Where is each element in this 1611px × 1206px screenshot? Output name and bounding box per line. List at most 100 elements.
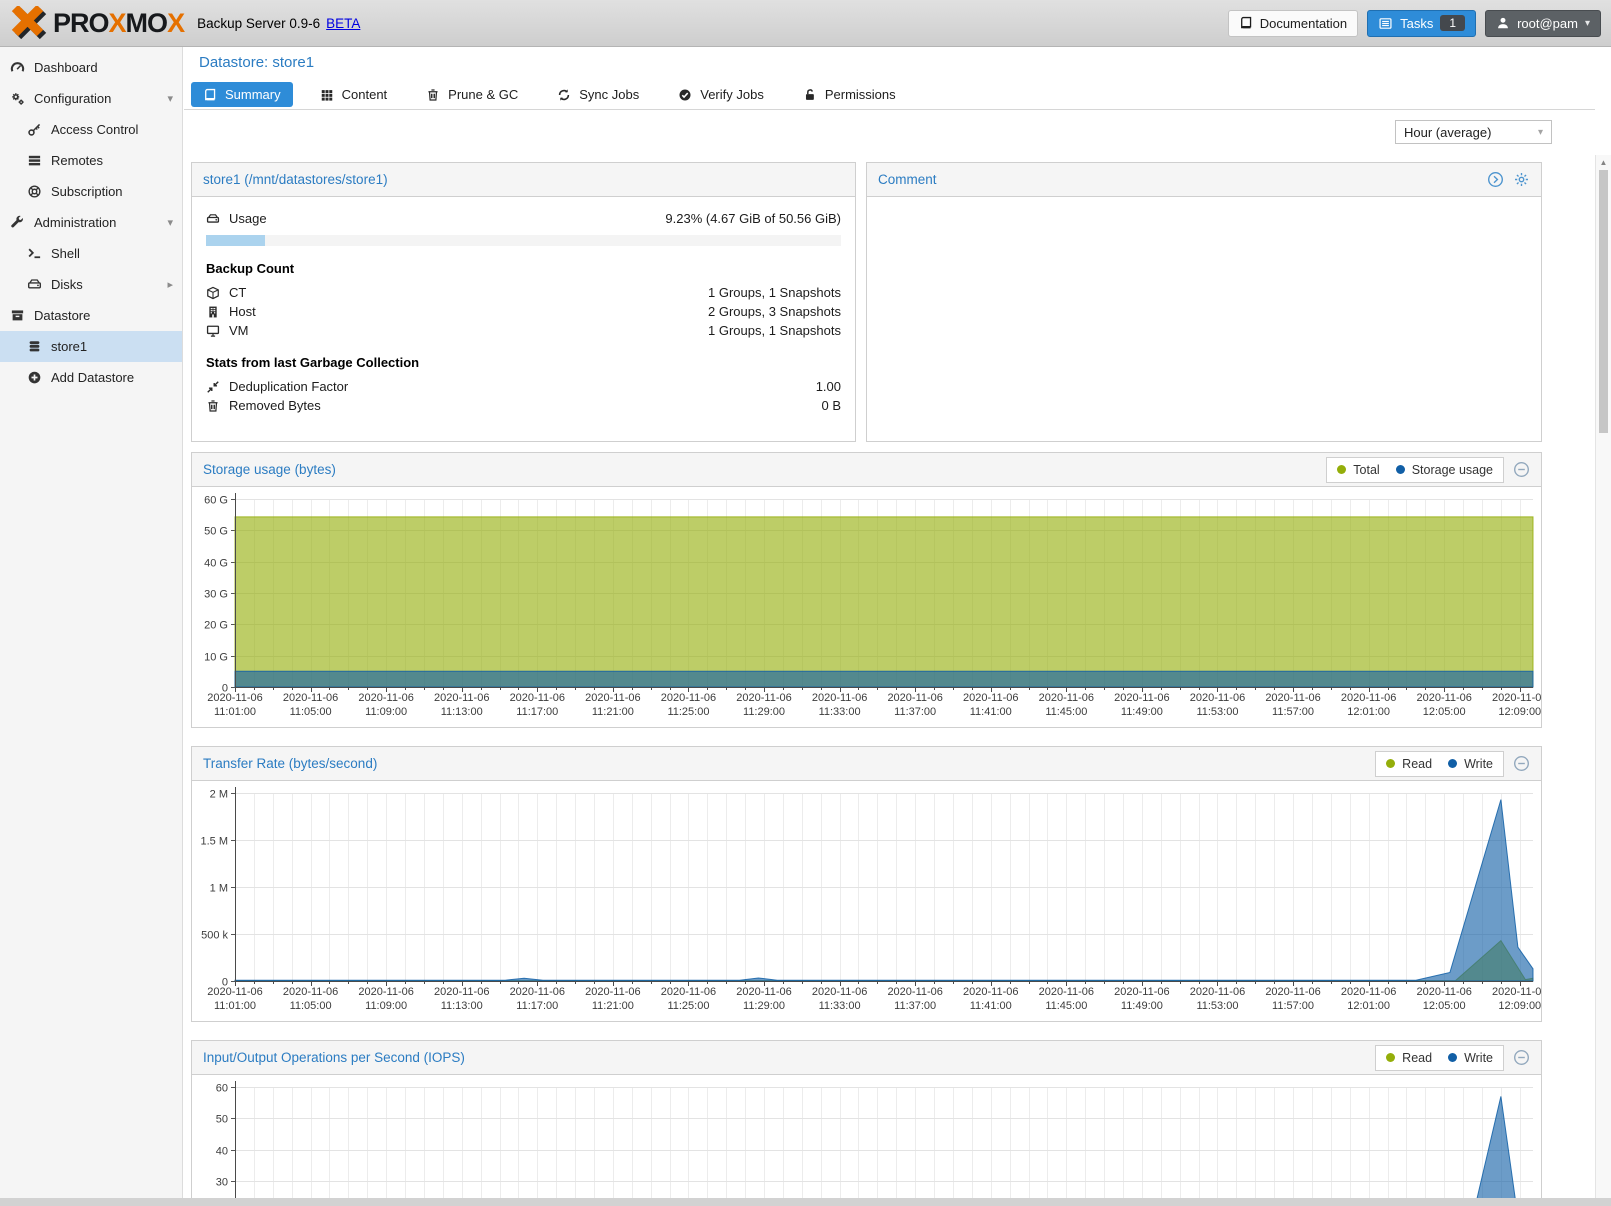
svg-text:11:29:00: 11:29:00 bbox=[743, 706, 785, 718]
svg-text:60: 60 bbox=[216, 1083, 228, 1095]
legend-dot bbox=[1386, 759, 1395, 768]
support-icon bbox=[27, 184, 42, 199]
tab-label: Permissions bbox=[825, 87, 896, 102]
beta-link[interactable]: BETA bbox=[326, 16, 360, 31]
svg-text:2020-11-06: 2020-11-06 bbox=[283, 986, 338, 998]
tab-sync-jobs[interactable]: Sync Jobs bbox=[545, 82, 651, 107]
comment-panel-body[interactable] bbox=[867, 197, 1541, 443]
check-circle-icon bbox=[678, 88, 692, 102]
tab-prune-gc[interactable]: Prune & GC bbox=[414, 82, 530, 107]
sidebar-item-shell[interactable]: Shell bbox=[0, 238, 182, 269]
book-icon bbox=[203, 88, 217, 102]
tab-separator bbox=[184, 109, 1595, 110]
documentation-button[interactable]: Documentation bbox=[1228, 10, 1358, 37]
timeframe-select[interactable]: Hour (average) ▾ bbox=[1395, 120, 1552, 144]
svg-text:12:05:00: 12:05:00 bbox=[1423, 706, 1466, 718]
svg-text:2020-11-06: 2020-11-06 bbox=[736, 986, 791, 998]
tasks-button[interactable]: Tasks 1 bbox=[1367, 10, 1476, 37]
legend-label: Read bbox=[1402, 757, 1432, 771]
tab-summary[interactable]: Summary bbox=[191, 82, 293, 107]
svg-text:11:33:00: 11:33:00 bbox=[819, 1000, 861, 1012]
chart-panel-header: Transfer Rate (bytes/second) Read Write bbox=[192, 747, 1541, 781]
legend-item-write[interactable]: Write bbox=[1448, 757, 1493, 771]
minus-circle-icon[interactable] bbox=[1513, 755, 1530, 772]
legend-item-write[interactable]: Write bbox=[1448, 1051, 1493, 1065]
legend-item-read[interactable]: Read bbox=[1386, 1051, 1432, 1065]
usage-progress-bar bbox=[206, 235, 841, 246]
sidebar-item-store1[interactable]: store1 bbox=[0, 331, 182, 362]
legend-item-storage-usage[interactable]: Storage usage bbox=[1396, 463, 1493, 477]
svg-text:2020-11-06: 2020-11-06 bbox=[585, 986, 640, 998]
sidebar-item-administration[interactable]: Administration▾ bbox=[0, 207, 182, 238]
sidebar-item-configuration[interactable]: Configuration▾ bbox=[0, 83, 182, 114]
svg-text:2020-11-06: 2020-11-06 bbox=[1492, 986, 1541, 998]
scrollbar-thumb[interactable] bbox=[1599, 170, 1608, 433]
svg-text:11:25:00: 11:25:00 bbox=[667, 1000, 709, 1012]
desktop-icon bbox=[206, 324, 220, 338]
svg-text:2020-11-06: 2020-11-06 bbox=[510, 986, 565, 998]
sidebar-item-access-control[interactable]: Access Control bbox=[0, 114, 182, 145]
sidebar-item-label: Access Control bbox=[51, 122, 138, 137]
svg-text:2020-11-06: 2020-11-06 bbox=[1190, 692, 1245, 704]
chart-panel-header: Input/Output Operations per Second (IOPS… bbox=[192, 1041, 1541, 1075]
chart-title: Transfer Rate (bytes/second) bbox=[203, 756, 377, 771]
stat-row-ct: CT1 Groups, 1 Snapshots bbox=[206, 283, 841, 302]
tab-label: Sync Jobs bbox=[579, 87, 639, 102]
svg-text:12:01:00: 12:01:00 bbox=[1347, 706, 1390, 718]
minus-circle-icon[interactable] bbox=[1513, 1049, 1530, 1066]
legend-label: Total bbox=[1353, 463, 1379, 477]
minus-circle-icon[interactable] bbox=[1513, 461, 1530, 478]
user-menu-button[interactable]: root@pam ▾ bbox=[1485, 10, 1601, 37]
proxmox-logo[interactable]: PROXMOX bbox=[10, 6, 184, 40]
tab-label: Summary bbox=[225, 87, 281, 102]
plus-circle-icon bbox=[27, 370, 42, 385]
svg-text:11:29:00: 11:29:00 bbox=[743, 1000, 785, 1012]
sidebar-item-add-datastore[interactable]: Add Datastore bbox=[0, 362, 182, 393]
sidebar-item-disks[interactable]: Disks▸ bbox=[0, 269, 182, 300]
sidebar-item-datastore[interactable]: Datastore bbox=[0, 300, 182, 331]
chart-body: 60 G50 G40 G30 G20 G10 G02020-11-0611:01… bbox=[192, 487, 1541, 727]
sidebar-item-label: Add Datastore bbox=[51, 370, 134, 385]
chevron-down-icon[interactable]: ▾ bbox=[167, 216, 173, 229]
tab-content[interactable]: Content bbox=[308, 82, 400, 107]
svg-text:2020-11-06: 2020-11-06 bbox=[1416, 986, 1471, 998]
svg-text:2020-11-06: 2020-11-06 bbox=[434, 986, 489, 998]
chart-body: 2 M1.5 M1 M500 k02020-11-0611:01:002020-… bbox=[192, 781, 1541, 1021]
page-title: Datastore: store1 bbox=[199, 54, 1595, 71]
stat-row-host: Host2 Groups, 3 Snapshots bbox=[206, 302, 841, 321]
svg-text:2020-11-06: 2020-11-06 bbox=[887, 692, 942, 704]
gear-outline-icon[interactable] bbox=[1513, 171, 1530, 188]
legend-item-read[interactable]: Read bbox=[1386, 757, 1432, 771]
svg-text:2020-11-06: 2020-11-06 bbox=[887, 986, 942, 998]
gc-stats-heading: Stats from last Garbage Collection bbox=[206, 355, 841, 370]
svg-text:2020-11-06: 2020-11-06 bbox=[1039, 692, 1094, 704]
chevron-down-icon[interactable]: ▾ bbox=[167, 92, 173, 105]
hdd-icon bbox=[206, 212, 220, 226]
scroll-up-arrow-icon[interactable]: ▲ bbox=[1596, 155, 1611, 169]
tab-verify-jobs[interactable]: Verify Jobs bbox=[666, 82, 776, 107]
svg-text:11:05:00: 11:05:00 bbox=[290, 706, 332, 718]
backup-count-heading: Backup Count bbox=[206, 261, 841, 276]
svg-text:20 G: 20 G bbox=[204, 620, 228, 632]
product-version: Backup Server 0.9-6 bbox=[197, 16, 320, 31]
vertical-scrollbar[interactable]: ▲ bbox=[1595, 155, 1611, 1198]
hdd-icon bbox=[27, 277, 42, 292]
svg-text:2020-11-06: 2020-11-06 bbox=[358, 986, 413, 998]
svg-text:2020-11-06: 2020-11-06 bbox=[1492, 692, 1541, 704]
svg-text:11:25:00: 11:25:00 bbox=[667, 706, 709, 718]
stat-value: 1 Groups, 1 Snapshots bbox=[708, 323, 841, 338]
stat-value: 2 Groups, 3 Snapshots bbox=[708, 304, 841, 319]
sidebar-item-remotes[interactable]: Remotes bbox=[0, 145, 182, 176]
tab-permissions[interactable]: Permissions bbox=[791, 82, 908, 107]
sidebar-item-dashboard[interactable]: Dashboard bbox=[0, 52, 182, 83]
chevron-right-icon[interactable]: ▸ bbox=[167, 278, 173, 291]
comment-panel-tools bbox=[1487, 171, 1530, 188]
tab-label: Content bbox=[342, 87, 388, 102]
chevron-down-icon: ▾ bbox=[1538, 127, 1543, 138]
svg-text:2020-11-06: 2020-11-06 bbox=[1265, 692, 1320, 704]
legend-item-total[interactable]: Total bbox=[1337, 463, 1379, 477]
chart-toolbar: Hour (average) ▾ bbox=[184, 120, 1552, 144]
legend-label: Write bbox=[1464, 757, 1493, 771]
chevron-right-circle-icon[interactable] bbox=[1487, 171, 1504, 188]
sidebar-item-subscription[interactable]: Subscription bbox=[0, 176, 182, 207]
